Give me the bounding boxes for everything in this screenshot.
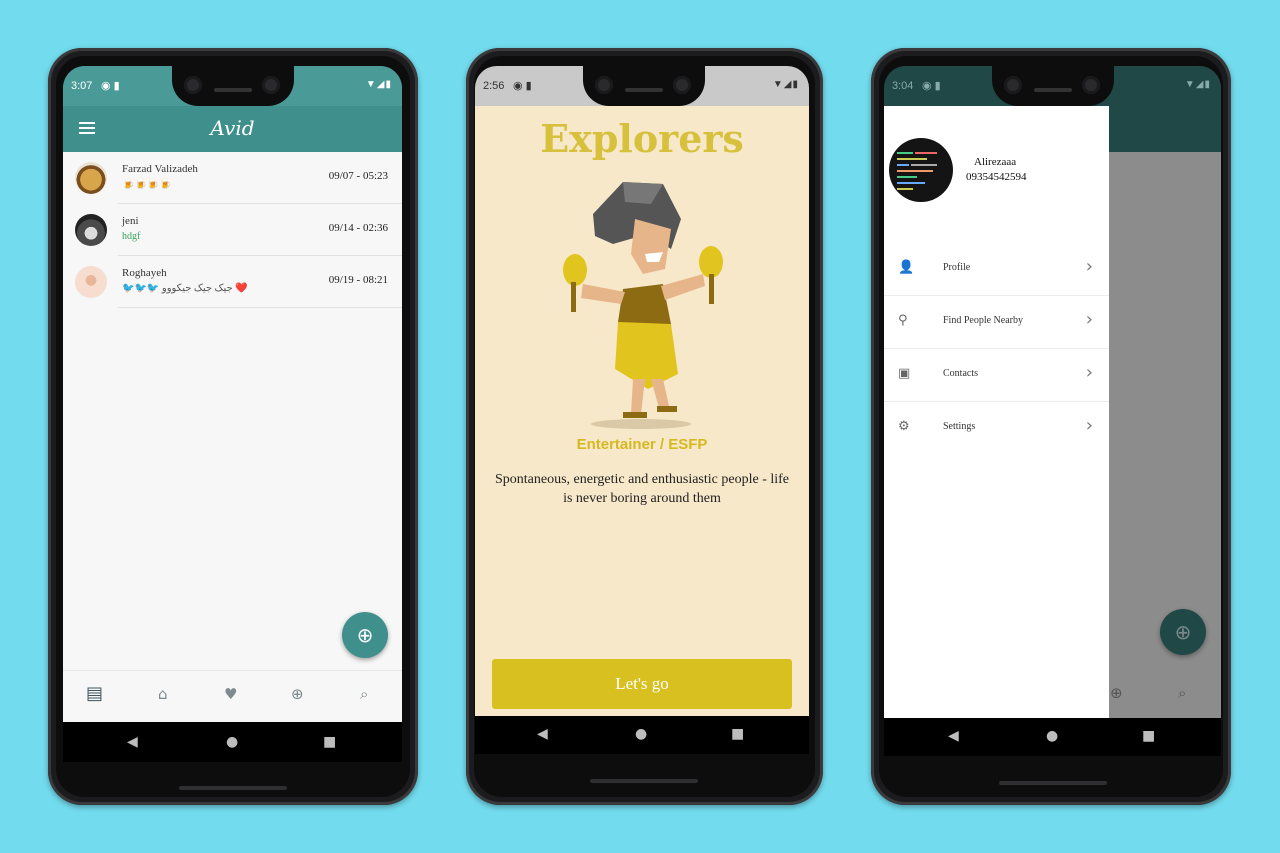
drawer-item-label: Settings — [943, 421, 976, 432]
recents-icon[interactable]: ■ — [323, 734, 336, 750]
profile-avatar[interactable] — [889, 138, 953, 202]
status-time: 2:56 — [483, 80, 505, 92]
chat-name: Roghayeh — [122, 267, 167, 279]
chin-grille — [590, 779, 698, 783]
page-title: Explorers — [540, 116, 744, 161]
status-icons-right: ▼◢▮ — [1184, 79, 1211, 90]
content-area: Explorers Entertainer / ESFP Spontaneous… — [475, 106, 809, 716]
code-thumbnail — [897, 152, 937, 190]
bottom-nav: ▤ ⌂ ♥ ⊕ ⌕ — [63, 670, 402, 723]
drawer-item-profile[interactable]: 👤 Profile › — [884, 243, 1109, 296]
camera-icon — [262, 76, 280, 94]
avatar — [75, 266, 107, 298]
camera-icon — [1004, 76, 1022, 94]
person-icon: 👤 — [898, 260, 915, 275]
divider — [118, 307, 402, 308]
back-icon[interactable]: ◀ — [127, 734, 138, 750]
home-icon[interactable]: ⌂ — [158, 685, 168, 703]
status-icons-left: ◉ ▮ — [922, 80, 941, 92]
camera-icon — [673, 76, 691, 94]
notch — [583, 66, 705, 106]
chin-grille — [179, 786, 287, 790]
lets-go-button[interactable]: Let's go — [492, 659, 792, 709]
drawer-item-nearby[interactable]: ⚲ Find People Nearby › — [884, 296, 1109, 349]
drawer-item-settings[interactable]: ⚙ Settings › — [884, 402, 1109, 454]
camera-icon — [184, 76, 202, 94]
chat-message: 🐦🐦🐦 جیک جیک جیکووو ❤️ — [122, 283, 248, 294]
search-icon: ⌕ — [1178, 684, 1187, 702]
status-icons-left: ◉ ▮ — [101, 80, 120, 92]
gear-icon: ⚙ — [898, 419, 910, 434]
personality-description: Spontaneous, energetic and enthusiastic … — [494, 472, 790, 506]
speaker-grille — [625, 88, 663, 92]
chin-grille — [999, 781, 1107, 785]
drawer-item-label: Contacts — [943, 368, 978, 379]
phone-chats: 3:07 ◉ ▮ ▼◢▮ Avid Farzad Valizadeh 🍺🍺🍺🍺 … — [48, 48, 418, 805]
contacts-icon: ▣ — [898, 366, 911, 381]
entertainer-illustration — [563, 182, 723, 429]
heart-icon[interactable]: ♥ — [224, 685, 237, 703]
personality-type: Entertainer / ESFP — [576, 436, 708, 453]
camera-icon — [595, 76, 613, 94]
recents-icon[interactable]: ■ — [1142, 728, 1155, 744]
chat-name: jeni — [122, 215, 139, 227]
search-icon[interactable]: ⌕ — [360, 685, 368, 703]
status-icons-left: ◉ ▮ — [513, 80, 532, 92]
system-nav-bar: ◀ ● ■ — [63, 724, 402, 762]
system-nav-bar: ◀ ● ■ — [475, 716, 809, 754]
camera-icon — [1082, 76, 1100, 94]
back-icon[interactable]: ◀ — [948, 728, 959, 744]
chat-date: 09/14 - 02:36 — [328, 222, 388, 234]
drawer-item-contacts[interactable]: ▣ Contacts › — [884, 349, 1109, 402]
screen-drawer: 3:04 ◉ ▮ ▼◢▮ ⊕ ⊕ ⌕ Alirezaaa 09354542594… — [884, 66, 1221, 718]
phone-personality: 2:56 ◉ ▮ ▼◢▮ Explorers Entertainer / ESF… — [466, 48, 823, 805]
speaker-grille — [214, 88, 252, 92]
avatar — [75, 214, 107, 246]
avatar — [75, 162, 107, 194]
location-icon: ⚲ — [898, 313, 908, 328]
status-time: 3:04 — [892, 80, 914, 92]
chat-date: 09/07 - 05:23 — [328, 170, 388, 182]
drawer-item-label: Find People Nearby — [943, 315, 1023, 326]
app-logo: Avid — [210, 116, 255, 140]
home-button-icon[interactable]: ● — [226, 734, 238, 750]
back-icon[interactable]: ◀ — [537, 726, 548, 742]
chat-icon[interactable]: ▤ — [86, 683, 103, 704]
chat-list: Farzad Valizadeh 🍺🍺🍺🍺 09/07 - 05:23 jeni… — [63, 152, 402, 690]
profile-phone: 09354542594 — [966, 171, 1027, 183]
chat-row[interactable]: jeni hdgf 09/14 - 02:36 — [63, 204, 402, 256]
status-time: 3:07 — [71, 80, 93, 92]
chat-name: Farzad Valizadeh — [122, 163, 198, 175]
screen-chats: 3:07 ◉ ▮ ▼◢▮ Avid Farzad Valizadeh 🍺🍺🍺🍺 … — [63, 66, 402, 742]
app-bar: Avid — [63, 106, 402, 152]
new-chat-button[interactable]: ⊕ — [342, 612, 388, 658]
status-icons-right: ▼◢▮ — [772, 79, 799, 90]
notch — [172, 66, 294, 106]
add-circle-icon[interactable]: ⊕ — [291, 685, 304, 703]
profile-name: Alirezaaa — [974, 156, 1017, 168]
system-nav-bar: ◀ ● ■ — [884, 718, 1221, 756]
recents-icon[interactable]: ■ — [731, 726, 744, 742]
screen-personality: 2:56 ◉ ▮ ▼◢▮ Explorers Entertainer / ESF… — [475, 66, 809, 716]
navigation-drawer: Alirezaaa 09354542594 👤 Profile › ⚲ Find… — [884, 106, 1109, 718]
chat-row[interactable]: Farzad Valizadeh 🍺🍺🍺🍺 09/07 - 05:23 — [63, 152, 402, 204]
chevron-right-icon: › — [1085, 309, 1093, 330]
chevron-right-icon: › — [1085, 362, 1093, 383]
status-icons-right: ▼◢▮ — [365, 79, 392, 90]
drawer-item-label: Profile — [943, 262, 971, 273]
notch — [992, 66, 1114, 106]
home-button-icon[interactable]: ● — [1046, 728, 1058, 744]
chat-row[interactable]: Roghayeh 🐦🐦🐦 جیک جیک جیکووو ❤️ 09/19 - 0… — [63, 256, 402, 308]
phone-drawer: 3:04 ◉ ▮ ▼◢▮ ⊕ ⊕ ⌕ Alirezaaa 09354542594… — [871, 48, 1231, 805]
chat-date: 09/19 - 08:21 — [328, 274, 388, 286]
chevron-right-icon: › — [1085, 256, 1093, 277]
new-chat-button: ⊕ — [1160, 609, 1206, 655]
speaker-grille — [1034, 88, 1072, 92]
home-button-icon[interactable]: ● — [635, 726, 647, 742]
chevron-right-icon: › — [1085, 415, 1093, 436]
chat-message: hdgf — [122, 231, 141, 242]
add-circle-icon: ⊕ — [1110, 684, 1123, 702]
chat-message: 🍺🍺🍺🍺 — [122, 179, 172, 190]
